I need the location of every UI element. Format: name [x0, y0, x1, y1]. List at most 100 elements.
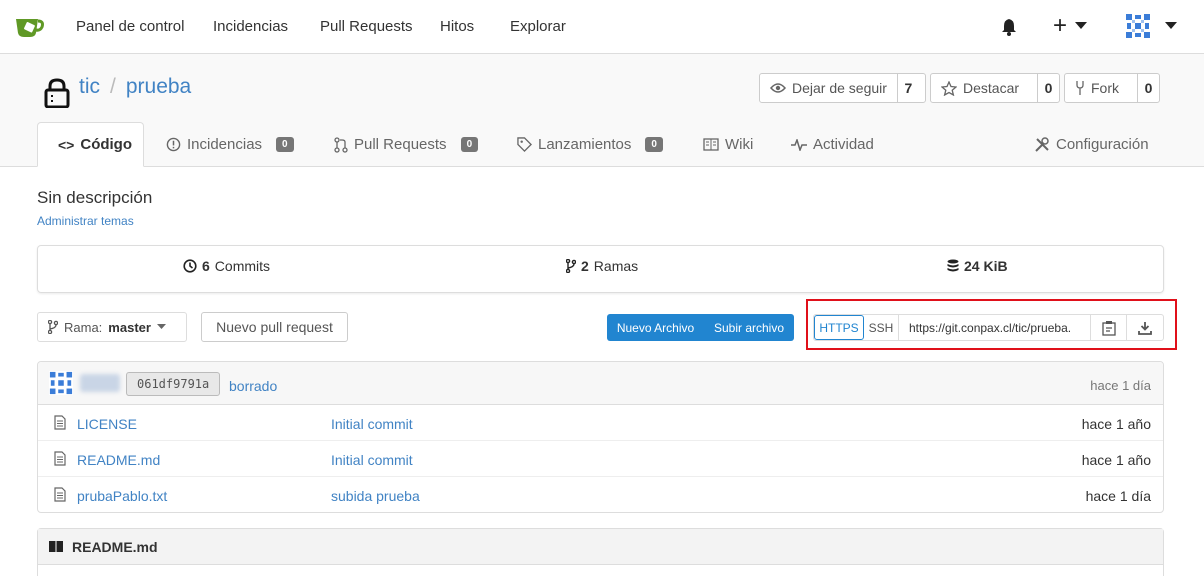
branch-selector[interactable]: Rama: master	[37, 312, 187, 342]
user-menu-chevron-icon[interactable]	[1165, 22, 1177, 30]
file-text-icon	[54, 415, 66, 430]
bell-icon[interactable]	[1001, 18, 1017, 36]
tab-issues-count: 0	[276, 137, 294, 152]
branch-name: master	[108, 319, 151, 335]
commits-count: 6	[202, 258, 210, 274]
file-text-icon	[54, 487, 66, 502]
tab-releases-label: Lanzamientos	[538, 136, 632, 153]
branches-stat[interactable]: 2 Ramas	[566, 258, 638, 274]
pulse-icon	[791, 138, 807, 151]
commit-sha-button[interactable]: 061df9791a	[126, 372, 221, 396]
file-actions-group: Nuevo Archivo Subir archivo	[607, 314, 794, 341]
dropdown-caret-icon	[156, 324, 166, 329]
code-icon: <>	[58, 136, 75, 153]
fork-icon	[1076, 81, 1084, 95]
tab-issues-label: Incidencias	[187, 136, 263, 153]
nav-explore[interactable]: Explorar	[510, 18, 566, 35]
watch-label: Dejar de seguir	[792, 80, 887, 96]
tab-pull-requests[interactable]: Pull Requests 0	[314, 122, 498, 167]
copy-url-button[interactable]	[1091, 315, 1127, 340]
file-name-link[interactable]: LICENSE	[77, 416, 137, 432]
commit-message-link[interactable]: borrado	[229, 378, 277, 394]
lock-icon	[44, 78, 70, 108]
gitea-logo-icon[interactable]	[14, 13, 44, 39]
tab-settings[interactable]: Configuración	[1014, 122, 1169, 167]
create-plus-icon[interactable]: +	[1053, 12, 1067, 40]
file-list: 061df9791a borrado hace 1 día LICENSE In…	[37, 361, 1164, 513]
star-count[interactable]: 0	[1037, 74, 1059, 102]
database-icon	[947, 259, 959, 272]
tab-releases[interactable]: Lanzamientos 0	[497, 122, 683, 167]
file-row: LICENSE Initial commit hace 1 año	[38, 405, 1163, 441]
manage-topics-link[interactable]: Administrar temas	[37, 214, 134, 228]
branches-count: 2	[581, 258, 589, 274]
commits-stat[interactable]: 6 Commits	[183, 258, 270, 274]
eye-icon	[770, 83, 786, 93]
file-commit-link[interactable]: subida prueba	[331, 488, 420, 504]
watch-button[interactable]: Dejar de seguir 7	[759, 73, 926, 103]
tab-activity[interactable]: Actividad	[771, 122, 894, 167]
star-label: Destacar	[963, 80, 1020, 96]
repo-description: Sin descripción	[37, 188, 153, 207]
star-button[interactable]: Destacar 0	[930, 73, 1060, 103]
branches-label: Ramas	[593, 258, 639, 274]
book-icon	[49, 541, 63, 552]
readme-panel: README.md	[37, 528, 1164, 576]
tab-pull-requests-label: Pull Requests	[354, 136, 447, 153]
file-name-link[interactable]: README.md	[77, 452, 160, 468]
commit-author-avatar[interactable]	[49, 371, 73, 395]
readme-title: README.md	[72, 538, 158, 555]
top-navbar: Panel de control Incidencias Pull Reques…	[0, 0, 1204, 54]
fork-count[interactable]: 0	[1137, 74, 1159, 102]
nav-issues[interactable]: Incidencias	[213, 18, 288, 35]
tab-activity-label: Actividad	[813, 136, 874, 153]
clone-ssh-button[interactable]: SSH	[864, 315, 899, 340]
tab-wiki-label: Wiki	[725, 136, 754, 153]
repo-stats-bar: 6 Commits 2 Ramas 24 KiB	[37, 245, 1164, 293]
nav-dashboard[interactable]: Panel de control	[76, 18, 184, 35]
fork-button[interactable]: Fork 0	[1064, 73, 1160, 103]
star-icon	[941, 80, 957, 96]
file-name-link[interactable]: prubaPablo.txt	[77, 488, 167, 504]
file-commit-link[interactable]: Initial commit	[331, 452, 413, 468]
file-row: README.md Initial commit hace 1 año	[38, 441, 1163, 477]
branch-icon	[566, 259, 576, 273]
tab-issues[interactable]: Incidencias 0	[146, 122, 314, 167]
new-file-button[interactable]: Nuevo Archivo	[607, 314, 704, 341]
upload-file-button[interactable]: Subir archivo	[704, 314, 794, 341]
tab-wiki[interactable]: Wiki	[683, 122, 773, 167]
tab-code-label: Código	[80, 136, 133, 153]
file-text-icon	[54, 451, 66, 466]
chevron-down-icon[interactable]	[1075, 22, 1087, 30]
fork-label: Fork	[1091, 80, 1119, 96]
branch-icon	[48, 320, 58, 334]
repo-name-link[interactable]: prueba	[126, 75, 191, 98]
file-time: hace 1 año	[1081, 452, 1151, 468]
clipboard-icon	[1101, 320, 1116, 336]
nav-milestones[interactable]: Hitos	[440, 18, 474, 35]
repo-title: tic / prueba	[79, 75, 191, 99]
repo-owner-link[interactable]: tic	[79, 75, 100, 98]
branch-prefix: Rama:	[64, 319, 103, 335]
book-icon	[703, 138, 719, 151]
file-commit-link[interactable]: Initial commit	[331, 416, 413, 432]
commit-author-name	[80, 374, 120, 392]
file-time: hace 1 día	[1085, 488, 1151, 504]
clone-url-input[interactable]: https://git.conpax.cl/tic/prueba.	[899, 315, 1091, 340]
download-icon	[1138, 321, 1152, 335]
new-pull-request-button[interactable]: Nuevo pull request	[201, 312, 348, 342]
commit-time: hace 1 día	[1090, 378, 1151, 393]
avatar[interactable]	[1125, 13, 1151, 39]
tab-pull-requests-count: 0	[460, 137, 479, 152]
latest-commit-row: 061df9791a borrado hace 1 día	[38, 362, 1163, 405]
readme-header: README.md	[38, 529, 1163, 565]
file-time: hace 1 año	[1081, 416, 1151, 432]
watch-count[interactable]: 7	[896, 74, 919, 102]
tab-releases-count: 0	[645, 137, 663, 152]
clone-https-button[interactable]: HTTPS	[814, 315, 864, 340]
tag-icon	[517, 137, 532, 152]
download-button[interactable]	[1127, 315, 1163, 340]
size-stat: 24 KiB	[947, 258, 1008, 274]
nav-pull-requests[interactable]: Pull Requests	[320, 18, 413, 35]
tab-code[interactable]: <> Código	[37, 122, 144, 167]
